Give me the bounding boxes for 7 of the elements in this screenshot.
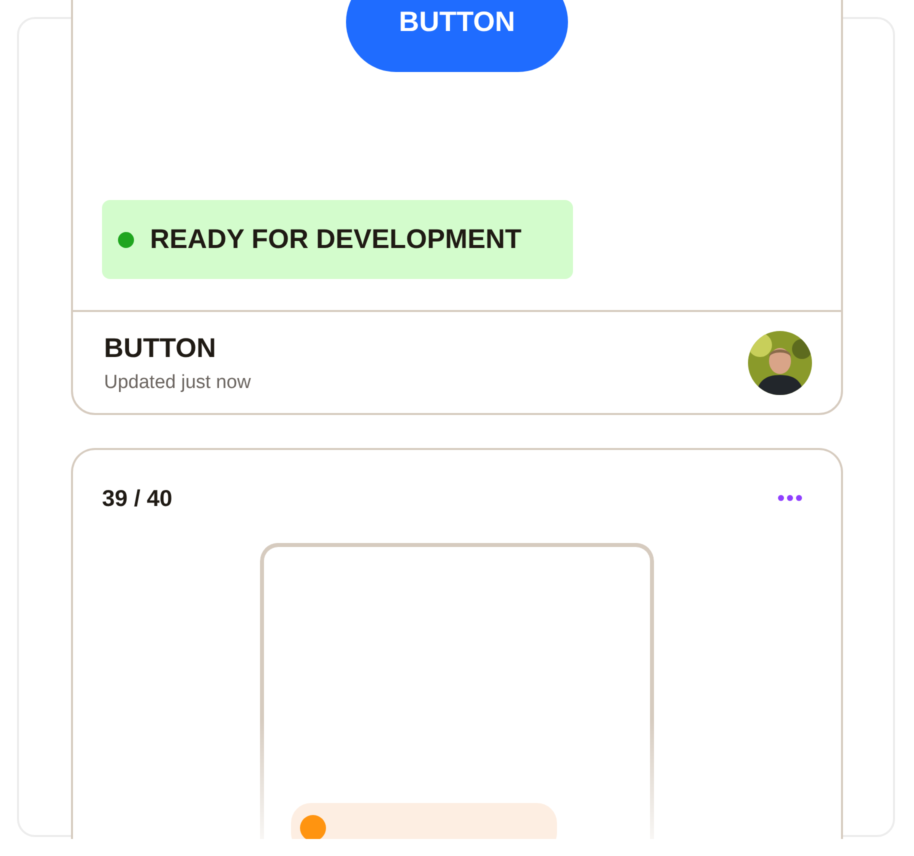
component-title: BUTTON — [104, 333, 217, 364]
status-dot-icon — [118, 232, 134, 248]
primary-button[interactable]: BUTTON — [346, 0, 568, 72]
page-counter: 39 / 40 — [102, 484, 172, 512]
dot-icon — [300, 815, 326, 839]
status-label: READY FOR DEVELOPMENT — [150, 224, 522, 255]
updated-text: Updated just now — [104, 372, 251, 394]
